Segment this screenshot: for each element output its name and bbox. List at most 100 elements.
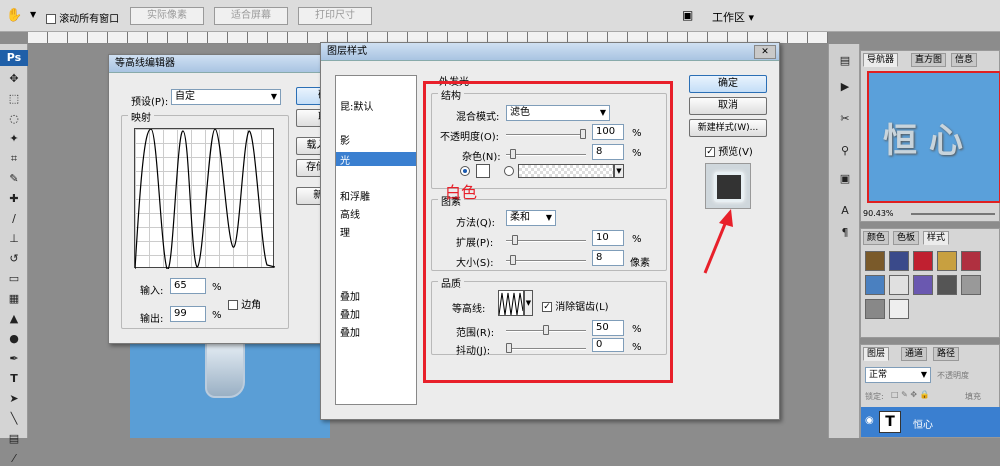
pen-tool-icon[interactable]: ✒: [6, 352, 22, 366]
style-list-item[interactable]: 叠加: [340, 306, 360, 321]
camera-icon[interactable]: ▣: [682, 8, 693, 22]
history-brush-tool-icon[interactable]: ↺: [6, 252, 22, 266]
corner-option: 边角: [228, 296, 261, 311]
zoom-level[interactable]: 90.43%: [863, 209, 894, 218]
tab-swatches[interactable]: 色板: [893, 231, 920, 245]
navigator-preview-text: 恒 心: [883, 121, 963, 161]
gradient-tool-icon[interactable]: ▦: [6, 292, 22, 306]
layer-opacity-label: 不透明度: [937, 371, 969, 380]
style-swatch[interactable]: [937, 251, 957, 271]
fit-screen-button[interactable]: 适合屏幕: [214, 7, 288, 25]
actions-panel-icon[interactable]: ▶: [837, 80, 853, 94]
document-canvas[interactable]: [130, 340, 330, 438]
ps-logo: Ps: [0, 50, 28, 66]
brush-tool-icon[interactable]: ∕: [6, 212, 22, 226]
contour-curve-graph[interactable]: [134, 128, 275, 269]
layer-style-ok-button[interactable]: 确定: [689, 75, 767, 93]
magic-wand-tool-icon[interactable]: ✦: [6, 132, 22, 146]
move-tool-icon[interactable]: ✥: [6, 72, 22, 86]
style-swatch[interactable]: [937, 275, 957, 295]
brushes-panel-icon[interactable]: ⚲: [837, 144, 853, 158]
tab-histogram[interactable]: 直方图: [911, 53, 947, 67]
input-percent: %: [212, 282, 222, 293]
crop-tool-icon[interactable]: ⌗: [6, 152, 22, 166]
style-swatch[interactable]: [889, 299, 909, 319]
style-swatch[interactable]: [865, 275, 885, 295]
preview-checkbox[interactable]: ✓: [705, 147, 715, 157]
tab-navigator[interactable]: 导航器: [863, 53, 899, 67]
tab-color[interactable]: 颜色: [863, 231, 890, 245]
scroll-all-label: 滚动所有窗口: [59, 14, 120, 25]
tool-preset-dropdown-icon[interactable]: ▼: [30, 10, 36, 19]
scroll-all-checkbox[interactable]: [46, 14, 56, 24]
style-swatch[interactable]: [889, 275, 909, 295]
line-tool-icon[interactable]: ╲: [6, 412, 22, 426]
style-swatch[interactable]: [961, 275, 981, 295]
slice-tool-icon[interactable]: ✎: [6, 172, 22, 186]
tab-info[interactable]: 信息: [951, 53, 978, 67]
style-list-item[interactable]: 影: [340, 132, 350, 147]
annotation-text: 白色: [445, 183, 478, 202]
style-swatch[interactable]: [913, 275, 933, 295]
layers-panel: 图层 通道 路径 正常 ▼ 不透明度 锁定: □ ✎ ✥ 🔒 填充 ◉ T 恒心: [860, 344, 1000, 438]
workspace-label: 工作区: [712, 11, 745, 24]
tab-paths[interactable]: 路径: [933, 347, 960, 361]
close-icon[interactable]: ✕: [754, 45, 776, 59]
output-field[interactable]: 99: [170, 306, 206, 322]
blur-tool-icon[interactable]: ▲: [6, 312, 22, 326]
tab-layers[interactable]: 图层: [863, 347, 890, 361]
clone-stamp-tool-icon[interactable]: ⊥: [6, 232, 22, 246]
layer-row[interactable]: ◉ T 恒心: [861, 407, 1000, 437]
tab-styles[interactable]: 样式: [923, 231, 950, 245]
actual-pixels-button[interactable]: 实际像素: [130, 7, 204, 25]
output-label: 输出:: [140, 314, 164, 325]
eraser-tool-icon[interactable]: ▭: [6, 272, 22, 286]
style-swatch[interactable]: [961, 251, 981, 271]
paragraph-panel-icon[interactable]: ¶: [837, 226, 853, 240]
history-panel-icon[interactable]: ▤: [837, 54, 853, 68]
notes-tool-icon[interactable]: ▤: [6, 432, 22, 446]
style-list-item[interactable]: 理: [340, 224, 350, 239]
eye-icon[interactable]: ◉: [865, 415, 874, 426]
clone-source-panel-icon[interactable]: ▣: [837, 172, 853, 186]
style-preview-thumbnail: [705, 163, 751, 209]
type-tool-icon[interactable]: T: [6, 372, 22, 386]
print-size-button[interactable]: 打印尺寸: [298, 7, 372, 25]
style-list: 昆:默认 影 光 和浮雕 高线 理 叠加 叠加 叠加: [335, 75, 417, 405]
new-style-button[interactable]: 新建样式(W)...: [689, 119, 767, 137]
style-swatch[interactable]: [913, 251, 933, 271]
corner-checkbox[interactable]: [228, 300, 238, 310]
lock-icons[interactable]: □ ✎ ✥ 🔒: [891, 390, 930, 399]
healing-brush-tool-icon[interactable]: ✚: [6, 192, 22, 206]
output-percent: %: [212, 310, 222, 321]
layer-blend-select[interactable]: 正常 ▼: [865, 367, 931, 383]
style-list-item[interactable]: 叠加: [340, 324, 360, 339]
style-list-item[interactable]: 和浮雕: [340, 188, 370, 203]
tab-channels[interactable]: 通道: [901, 347, 928, 361]
preset-select[interactable]: 自定 ▼: [171, 89, 281, 105]
input-field[interactable]: 65: [170, 278, 206, 294]
chevron-down-icon: ▼: [920, 370, 927, 379]
marquee-tool-icon[interactable]: ⬚: [6, 92, 22, 106]
mapping-label: 映射: [128, 109, 154, 124]
red-arrow: [703, 209, 733, 274]
style-list-item[interactable]: 叠加: [340, 288, 360, 303]
zoom-slider[interactable]: [911, 213, 995, 215]
eyedropper-tool-icon[interactable]: ⁄: [6, 452, 22, 466]
fill-label: 填充: [965, 392, 981, 401]
style-swatch[interactable]: [865, 251, 885, 271]
style-list-item[interactable]: 昆:默认: [340, 98, 373, 113]
layer-style-cancel-button[interactable]: 取消: [689, 97, 767, 115]
path-selection-tool-icon[interactable]: ➤: [6, 392, 22, 406]
tools-panel-icon[interactable]: ✂: [837, 112, 853, 126]
style-swatch[interactable]: [865, 299, 885, 319]
workspace-menu[interactable]: 工作区 ▾: [712, 9, 754, 25]
hand-tool-icon[interactable]: ✋: [6, 8, 22, 23]
dodge-tool-icon[interactable]: ●: [6, 332, 22, 346]
lasso-tool-icon[interactable]: ◌: [6, 112, 22, 126]
character-panel-icon[interactable]: A: [837, 204, 853, 218]
style-list-item[interactable]: 高线: [340, 206, 360, 221]
style-swatch[interactable]: [889, 251, 909, 271]
styles-panel: 颜色 色板 样式: [860, 228, 1000, 338]
style-list-item-selected[interactable]: 光: [336, 152, 416, 167]
